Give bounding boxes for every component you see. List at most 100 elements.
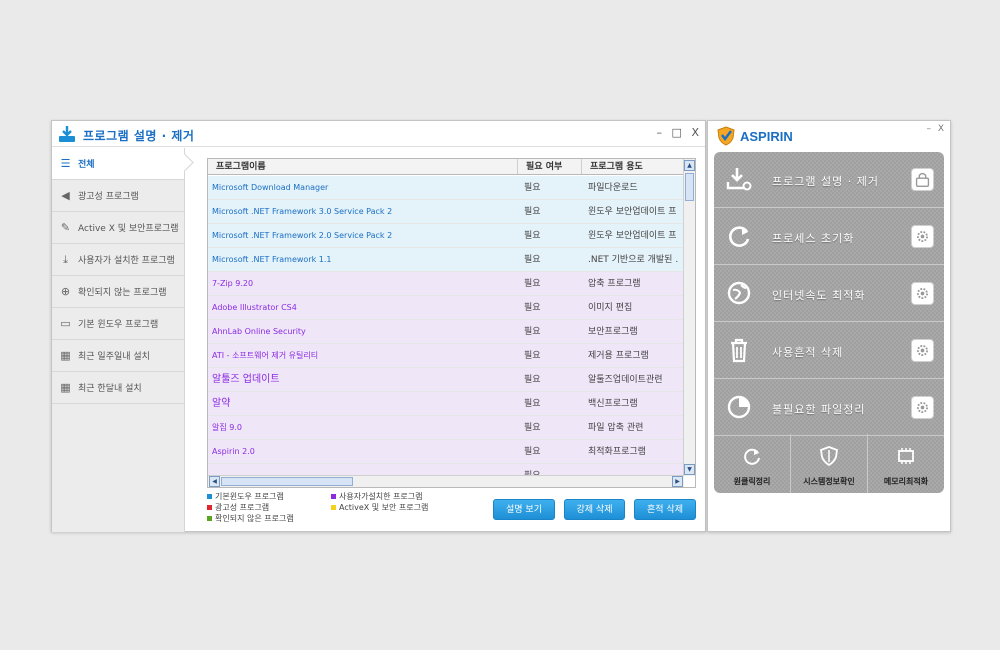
legend-swatch bbox=[331, 494, 336, 499]
table-row[interactable]: Adobe Illustrator CS4 필요 이미지 편집 bbox=[208, 296, 684, 320]
horizontal-scrollbar[interactable]: ◀ ▶ bbox=[208, 475, 684, 487]
table-row[interactable]: Aspirin 2.0 필요 최적화프로그램 bbox=[208, 440, 684, 464]
chip-icon bbox=[898, 448, 914, 464]
program-name-cell: Microsoft .NET Framework 2.0 Service Pac… bbox=[212, 231, 393, 240]
view-description-button[interactable]: 설명 보기 bbox=[493, 499, 555, 520]
table-row[interactable]: Microsoft Download Manager 필요 파일다운로드 bbox=[208, 176, 684, 200]
legend-item: 확인되지 않은 프로그램 bbox=[207, 513, 294, 524]
minimize-button[interactable]: – bbox=[657, 126, 663, 139]
quick-action-label: 원클릭정리 bbox=[733, 477, 771, 486]
sidebar-item-unverified[interactable]: ⊕ 확인되지 않는 프로그램 bbox=[52, 276, 184, 308]
calendar-icon: ▦ bbox=[60, 381, 71, 394]
table-row[interactable]: ATI - 소프트웨어 제거 유틸리티 필요 제거용 프로그램 bbox=[208, 344, 684, 368]
aspirin-title: ASPIRIN bbox=[740, 129, 793, 144]
table-row[interactable]: Microsoft .NET Framework 3.0 Service Pac… bbox=[208, 200, 684, 224]
menu-label: 불필요한 파일정리 bbox=[772, 403, 866, 416]
table-row[interactable]: 알약 필요 백신프로그램 bbox=[208, 392, 684, 416]
wrench-icon: ✎ bbox=[60, 221, 71, 234]
monitor-icon: ▭ bbox=[60, 317, 71, 330]
menu-internet-optimize[interactable]: 인터넷속도 최적화 bbox=[714, 266, 944, 322]
table-row[interactable]: AhnLab Online Security 필요 보안프로그램 bbox=[208, 320, 684, 344]
trace-delete-button[interactable]: 흔적 삭제 bbox=[634, 499, 696, 520]
column-header-name[interactable]: 프로그램이름 bbox=[208, 159, 518, 174]
legend-swatch bbox=[207, 505, 212, 510]
legend-label: 광고성 프로그램 bbox=[215, 503, 270, 512]
quick-actions: 원클릭정리 시스템정보확인 메모리최적화 bbox=[714, 434, 944, 493]
close-button[interactable]: X bbox=[691, 126, 699, 139]
program-name-cell: 7-Zip 9.20 bbox=[212, 279, 254, 288]
usage-cell: 알툴즈업데이트관련 bbox=[588, 375, 663, 385]
program-name-cell: ATI - 소프트웨어 제거 유틸리티 bbox=[212, 351, 319, 360]
refresh-icon bbox=[744, 448, 760, 465]
need-cell: 필요 bbox=[524, 255, 541, 265]
table-row[interactable]: Microsoft .NET Framework 2.0 Service Pac… bbox=[208, 224, 684, 248]
lock-icon[interactable] bbox=[911, 168, 934, 191]
category-sidebar: ☰ 전체 ◀ 광고성 프로그램 ✎ Active X 및 보안프로그램 ⤓ 사용… bbox=[52, 148, 185, 532]
title-bar: 프로그램 설명 · 제거 – □ X bbox=[52, 121, 705, 147]
sidebar-item-windows-default[interactable]: ▭ 기본 윈도우 프로그램 bbox=[52, 308, 184, 340]
need-cell: 필요 bbox=[524, 279, 541, 289]
sidebar-item-recent-month[interactable]: ▦ 최근 한달내 설치 bbox=[52, 372, 184, 404]
legend-label: ActiveX 및 보안 프로그램 bbox=[339, 503, 429, 512]
sidebar-item-all[interactable]: ☰ 전체 bbox=[52, 148, 184, 180]
sidebar-item-recent-week[interactable]: ▦ 최근 일주일내 설치 bbox=[52, 340, 184, 372]
system-info-button[interactable]: 시스템정보확인 bbox=[791, 434, 868, 493]
program-name-cell: 알집 9.0 bbox=[212, 423, 242, 432]
menu-junk-cleanup[interactable]: 불필요한 파일정리 bbox=[714, 380, 944, 436]
menu-process-reset[interactable]: 프로세스 초기화 bbox=[714, 209, 944, 265]
sidebar-item-activex[interactable]: ✎ Active X 및 보안프로그램 bbox=[52, 212, 184, 244]
force-delete-button[interactable]: 강제 삭제 bbox=[564, 499, 625, 520]
sidebar-item-label: 확인되지 않는 프로그램 bbox=[78, 288, 167, 298]
table-row[interactable]: 알집 9.0 필요 파일 압축 관련 bbox=[208, 416, 684, 440]
program-name-cell: Microsoft Download Manager bbox=[212, 183, 329, 192]
program-manager-window: 프로그램 설명 · 제거 – □ X ☰ 전체 ◀ 광고성 프로그램 ✎ Act… bbox=[51, 120, 706, 532]
sidebar-item-label: 사용자가 설치한 프로그램 bbox=[78, 256, 175, 266]
crosshair-icon: ⊕ bbox=[60, 285, 71, 298]
legend-label: 사용자가설치한 프로그램 bbox=[339, 492, 423, 501]
scroll-down-icon[interactable]: ▼ bbox=[684, 464, 695, 475]
sidebar-item-adware[interactable]: ◀ 광고성 프로그램 bbox=[52, 180, 184, 212]
gear-icon[interactable] bbox=[911, 282, 934, 305]
need-cell: 필요 bbox=[524, 399, 541, 409]
one-click-cleanup-button[interactable]: 원클릭정리 bbox=[714, 434, 791, 493]
usage-cell: 이미지 편집 bbox=[588, 303, 633, 313]
sidebar-item-user-installed[interactable]: ⤓ 사용자가 설치한 프로그램 bbox=[52, 244, 184, 276]
gear-icon[interactable] bbox=[911, 339, 934, 362]
minimize-button[interactable]: – bbox=[926, 124, 931, 134]
usage-cell: 압축 프로그램 bbox=[588, 279, 641, 289]
window-title: 프로그램 설명 · 제거 bbox=[83, 129, 195, 143]
scroll-up-icon[interactable]: ▲ bbox=[684, 160, 695, 171]
aspirin-menu-panel: 프로그램 설명 · 제거 프로세스 초기화 인터넷속도 최적화 사용흔적 삭제 … bbox=[714, 152, 944, 493]
shield-icon bbox=[820, 446, 838, 466]
table-row[interactable]: 7-Zip 9.20 필요 압축 프로그램 bbox=[208, 272, 684, 296]
menu-program-remove[interactable]: 프로그램 설명 · 제거 bbox=[714, 152, 944, 208]
scroll-thumb[interactable] bbox=[685, 173, 694, 201]
close-button[interactable]: X bbox=[938, 124, 944, 134]
gear-icon[interactable] bbox=[911, 225, 934, 248]
scroll-thumb[interactable] bbox=[221, 477, 353, 486]
table-row[interactable]: Microsoft .NET Framework 1.1 필요 .NET 기반으로 … bbox=[208, 248, 684, 272]
maximize-button[interactable]: □ bbox=[672, 126, 682, 139]
sidebar-item-label: 최근 일주일내 설치 bbox=[78, 352, 150, 362]
scroll-left-icon[interactable]: ◀ bbox=[209, 476, 220, 487]
table-row[interactable]: 알툴즈 업데이트 필요 알툴즈업데이트관련 bbox=[208, 368, 684, 392]
program-name-cell: 알약 bbox=[212, 398, 231, 409]
program-name-cell: AhnLab Online Security bbox=[212, 327, 306, 336]
need-cell: 필요 bbox=[524, 231, 541, 241]
vertical-scrollbar[interactable]: ▲ ▼ bbox=[683, 159, 695, 476]
download-install-icon bbox=[59, 126, 75, 142]
memory-optimize-button[interactable]: 메모리최적화 bbox=[868, 434, 944, 493]
scroll-right-icon[interactable]: ▶ bbox=[672, 476, 683, 487]
need-cell: 필요 bbox=[524, 423, 541, 433]
usage-cell: 최적화프로그램 bbox=[588, 447, 646, 457]
menu-trace-delete[interactable]: 사용흔적 삭제 bbox=[714, 323, 944, 379]
need-cell: 필요 bbox=[524, 207, 541, 217]
program-name-cell: Adobe Illustrator CS4 bbox=[212, 303, 297, 312]
speaker-icon: ◀ bbox=[61, 189, 70, 202]
quick-action-label: 시스템정보확인 bbox=[803, 477, 855, 486]
program-name-cell: Microsoft .NET Framework 1.1 bbox=[212, 255, 332, 264]
legend-swatch bbox=[207, 516, 212, 521]
column-header-use[interactable]: 프로그램 용도 bbox=[582, 159, 684, 174]
column-header-need[interactable]: 필요 여부 bbox=[518, 159, 582, 174]
gear-icon[interactable] bbox=[911, 396, 934, 419]
